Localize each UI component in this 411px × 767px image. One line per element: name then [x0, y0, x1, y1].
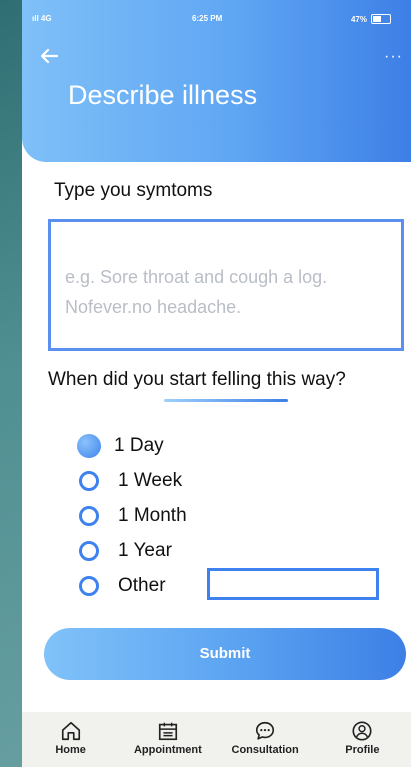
symptoms-placeholder: e.g. Sore throat and cough a log. Nofeve… [65, 267, 328, 317]
nav-appointment[interactable]: Appointment [128, 712, 208, 767]
status-bar: ıll 4G 6:25 PM 47% [22, 14, 411, 30]
back-button[interactable] [40, 46, 59, 68]
arrow-left-icon [40, 48, 59, 64]
duration-radio-group: 1 Day 1 Week 1 Month 1 Year Other [77, 428, 379, 603]
phone-screen: ıll 4G 6:25 PM 47% ··· Describe illness … [22, 0, 411, 767]
header: ıll 4G 6:25 PM 47% ··· Describe illness [22, 0, 411, 162]
chat-icon [256, 721, 275, 740]
page-title: Describe illness [68, 80, 258, 110]
radio-checked-icon[interactable] [77, 433, 101, 458]
battery-percent: 47% [350, 14, 367, 24]
nav-label: Home [55, 744, 86, 756]
question-underline [164, 399, 288, 402]
radio-option-1-day[interactable]: 1 Day [77, 428, 187, 463]
profile-icon [352, 721, 372, 741]
radio-icon[interactable] [79, 470, 99, 491]
symptoms-label: Type you symtoms [54, 180, 213, 201]
nav-label: Profile [345, 744, 380, 756]
nav-label: Appointment [133, 744, 202, 756]
submit-button[interactable]: Submit [44, 628, 406, 680]
radio-label: Other [118, 574, 166, 596]
battery-indicator: 47% [351, 14, 391, 24]
duration-question: When did you start felling this way? [48, 369, 346, 390]
calendar-icon [158, 722, 177, 741]
nav-home[interactable]: Home [31, 712, 111, 767]
radio-option-1-month[interactable]: 1 Month [79, 498, 187, 533]
signal-indicator: ıll 4G [32, 14, 52, 23]
nav-profile[interactable]: Profile [322, 712, 402, 767]
radio-icon[interactable] [79, 505, 99, 526]
radio-label: 1 Month [118, 504, 187, 526]
other-duration-input[interactable] [207, 568, 379, 600]
radio-option-other[interactable]: Other [79, 568, 379, 603]
bottom-nav: Home Appointment Consultation Profile [22, 712, 411, 767]
battery-icon [371, 14, 391, 24]
clock: 6:25 PM [192, 14, 223, 23]
nav-label: Consultation [231, 744, 299, 756]
radio-icon[interactable] [79, 540, 99, 561]
radio-label: 1 Day [114, 434, 164, 456]
nav-consultation[interactable]: Consultation [225, 712, 305, 767]
radio-label: 1 Year [118, 539, 172, 561]
symptoms-input[interactable]: e.g. Sore throat and cough a log. Nofeve… [48, 219, 404, 351]
home-icon [61, 721, 80, 741]
radio-icon[interactable] [79, 575, 99, 596]
radio-option-1-year[interactable]: 1 Year [79, 533, 187, 568]
more-options-button[interactable]: ··· [384, 48, 403, 66]
radio-label: 1 Week [118, 469, 183, 491]
radio-option-1-week[interactable]: 1 Week [79, 463, 187, 498]
